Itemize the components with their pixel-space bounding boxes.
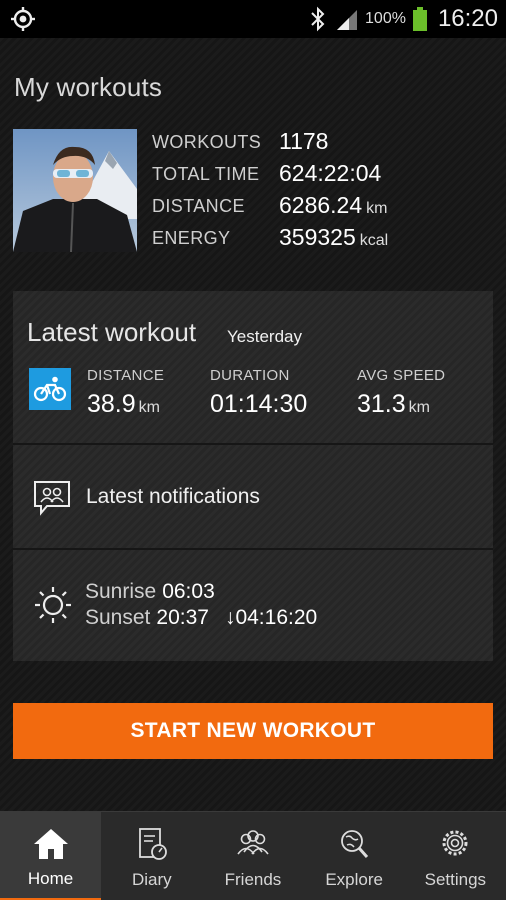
sunset-time: 20:37 bbox=[156, 606, 209, 629]
avg-speed-label: AVG SPEED bbox=[357, 367, 446, 384]
day-length: ↓04:16:20 bbox=[224, 606, 318, 629]
dashboard-card: Latest workout Yesterday DISTANCE 38.9 km… bbox=[13, 291, 493, 661]
latest-workout-title: Latest workout bbox=[27, 317, 197, 347]
sunrise-row: Sunrise 06:03 bbox=[85, 580, 215, 604]
stat-label: DISTANCE bbox=[152, 196, 245, 216]
stat-total-time: TOTAL TIME 624:22:04 bbox=[152, 160, 492, 192]
start-new-workout-button[interactable]: START NEW WORKOUT bbox=[13, 703, 493, 759]
cycling-icon bbox=[29, 368, 71, 410]
tab-settings[interactable]: Settings bbox=[405, 812, 506, 900]
tab-label: Explore bbox=[325, 870, 383, 889]
tab-label: Home bbox=[27, 869, 74, 888]
sunrise-time: 06:03 bbox=[162, 580, 215, 603]
tab-home[interactable]: Home bbox=[0, 812, 102, 900]
stat-label: WORKOUTS bbox=[152, 132, 262, 152]
stat-unit: kcal bbox=[359, 232, 389, 249]
sunrise-label: Sunrise bbox=[85, 580, 157, 603]
status-bar: 100% 16:20 bbox=[0, 0, 506, 38]
tab-explore[interactable]: Explore bbox=[304, 812, 405, 900]
stat-value: 624:22:04 bbox=[279, 160, 382, 186]
distance-value: 38.9 km bbox=[87, 390, 160, 418]
stat-label: TOTAL TIME bbox=[152, 164, 260, 184]
bluetooth-icon bbox=[311, 6, 325, 32]
clock: 16:20 bbox=[437, 5, 498, 32]
latest-distance: DISTANCE 38.9 km bbox=[87, 367, 164, 419]
duration-value: 01:14:30 bbox=[210, 390, 308, 418]
latest-notifications-label: Latest notifications bbox=[86, 485, 260, 508]
summary-stats: WORKOUTS 1178 TOTAL TIME 624:22:04 DISTA… bbox=[152, 128, 492, 256]
latest-notifications-row[interactable]: Latest notifications bbox=[13, 445, 493, 548]
avg-speed-value: 31.3 km bbox=[357, 390, 430, 418]
signal-icon bbox=[337, 10, 358, 30]
tab-label: Settings bbox=[424, 870, 487, 889]
tab-friends[interactable]: Friends bbox=[202, 812, 303, 900]
latest-duration: DURATION 01:14:30 bbox=[210, 367, 307, 419]
settings-icon bbox=[442, 830, 468, 856]
stat-value: 1178 bbox=[279, 128, 329, 154]
sunset-label: Sunset bbox=[85, 606, 151, 629]
tab-label: Friends bbox=[224, 870, 282, 889]
stat-distance: DISTANCE 6286.24 km bbox=[152, 192, 492, 224]
tab-label: Diary bbox=[131, 870, 172, 889]
distance-label: DISTANCE bbox=[87, 367, 165, 384]
stat-value: 6286.24 km bbox=[279, 192, 388, 218]
sun-info-row[interactable]: Sunrise 06:03 Sunset 20:37 ↓04:16:20 bbox=[13, 550, 493, 661]
latest-workout-section[interactable]: Latest workout Yesterday DISTANCE 38.9 km… bbox=[13, 291, 493, 443]
gps-icon bbox=[11, 7, 35, 31]
stat-unit: km bbox=[366, 200, 388, 217]
battery-icon bbox=[412, 7, 427, 31]
latest-avg-speed: AVG SPEED 31.3 km bbox=[357, 367, 445, 419]
stat-workouts: WORKOUTS 1178 bbox=[152, 128, 492, 160]
explore-icon bbox=[341, 830, 369, 858]
tab-diary[interactable]: Diary bbox=[101, 812, 202, 900]
notifications-icon bbox=[34, 481, 70, 516]
page-title: My workouts bbox=[14, 72, 163, 102]
friends-icon bbox=[237, 830, 269, 855]
stat-value: 359325 kcal bbox=[279, 224, 389, 250]
latest-workout-date: Yesterday bbox=[227, 327, 302, 346]
stat-label: ENERGY bbox=[152, 228, 231, 248]
battery-percent: 100% bbox=[365, 10, 406, 27]
sun-icon bbox=[35, 587, 71, 623]
home-icon bbox=[33, 829, 68, 859]
duration-label: DURATION bbox=[210, 367, 290, 384]
sunset-row: Sunset 20:37 ↓04:16:20 bbox=[85, 606, 317, 630]
bottom-tab-bar: Home Diary Friends Explore Settings bbox=[0, 811, 506, 900]
stat-energy: ENERGY 359325 kcal bbox=[152, 224, 492, 256]
avatar[interactable] bbox=[13, 129, 137, 252]
diary-icon bbox=[138, 828, 167, 860]
arrow-down-icon: ↓ bbox=[224, 606, 236, 629]
